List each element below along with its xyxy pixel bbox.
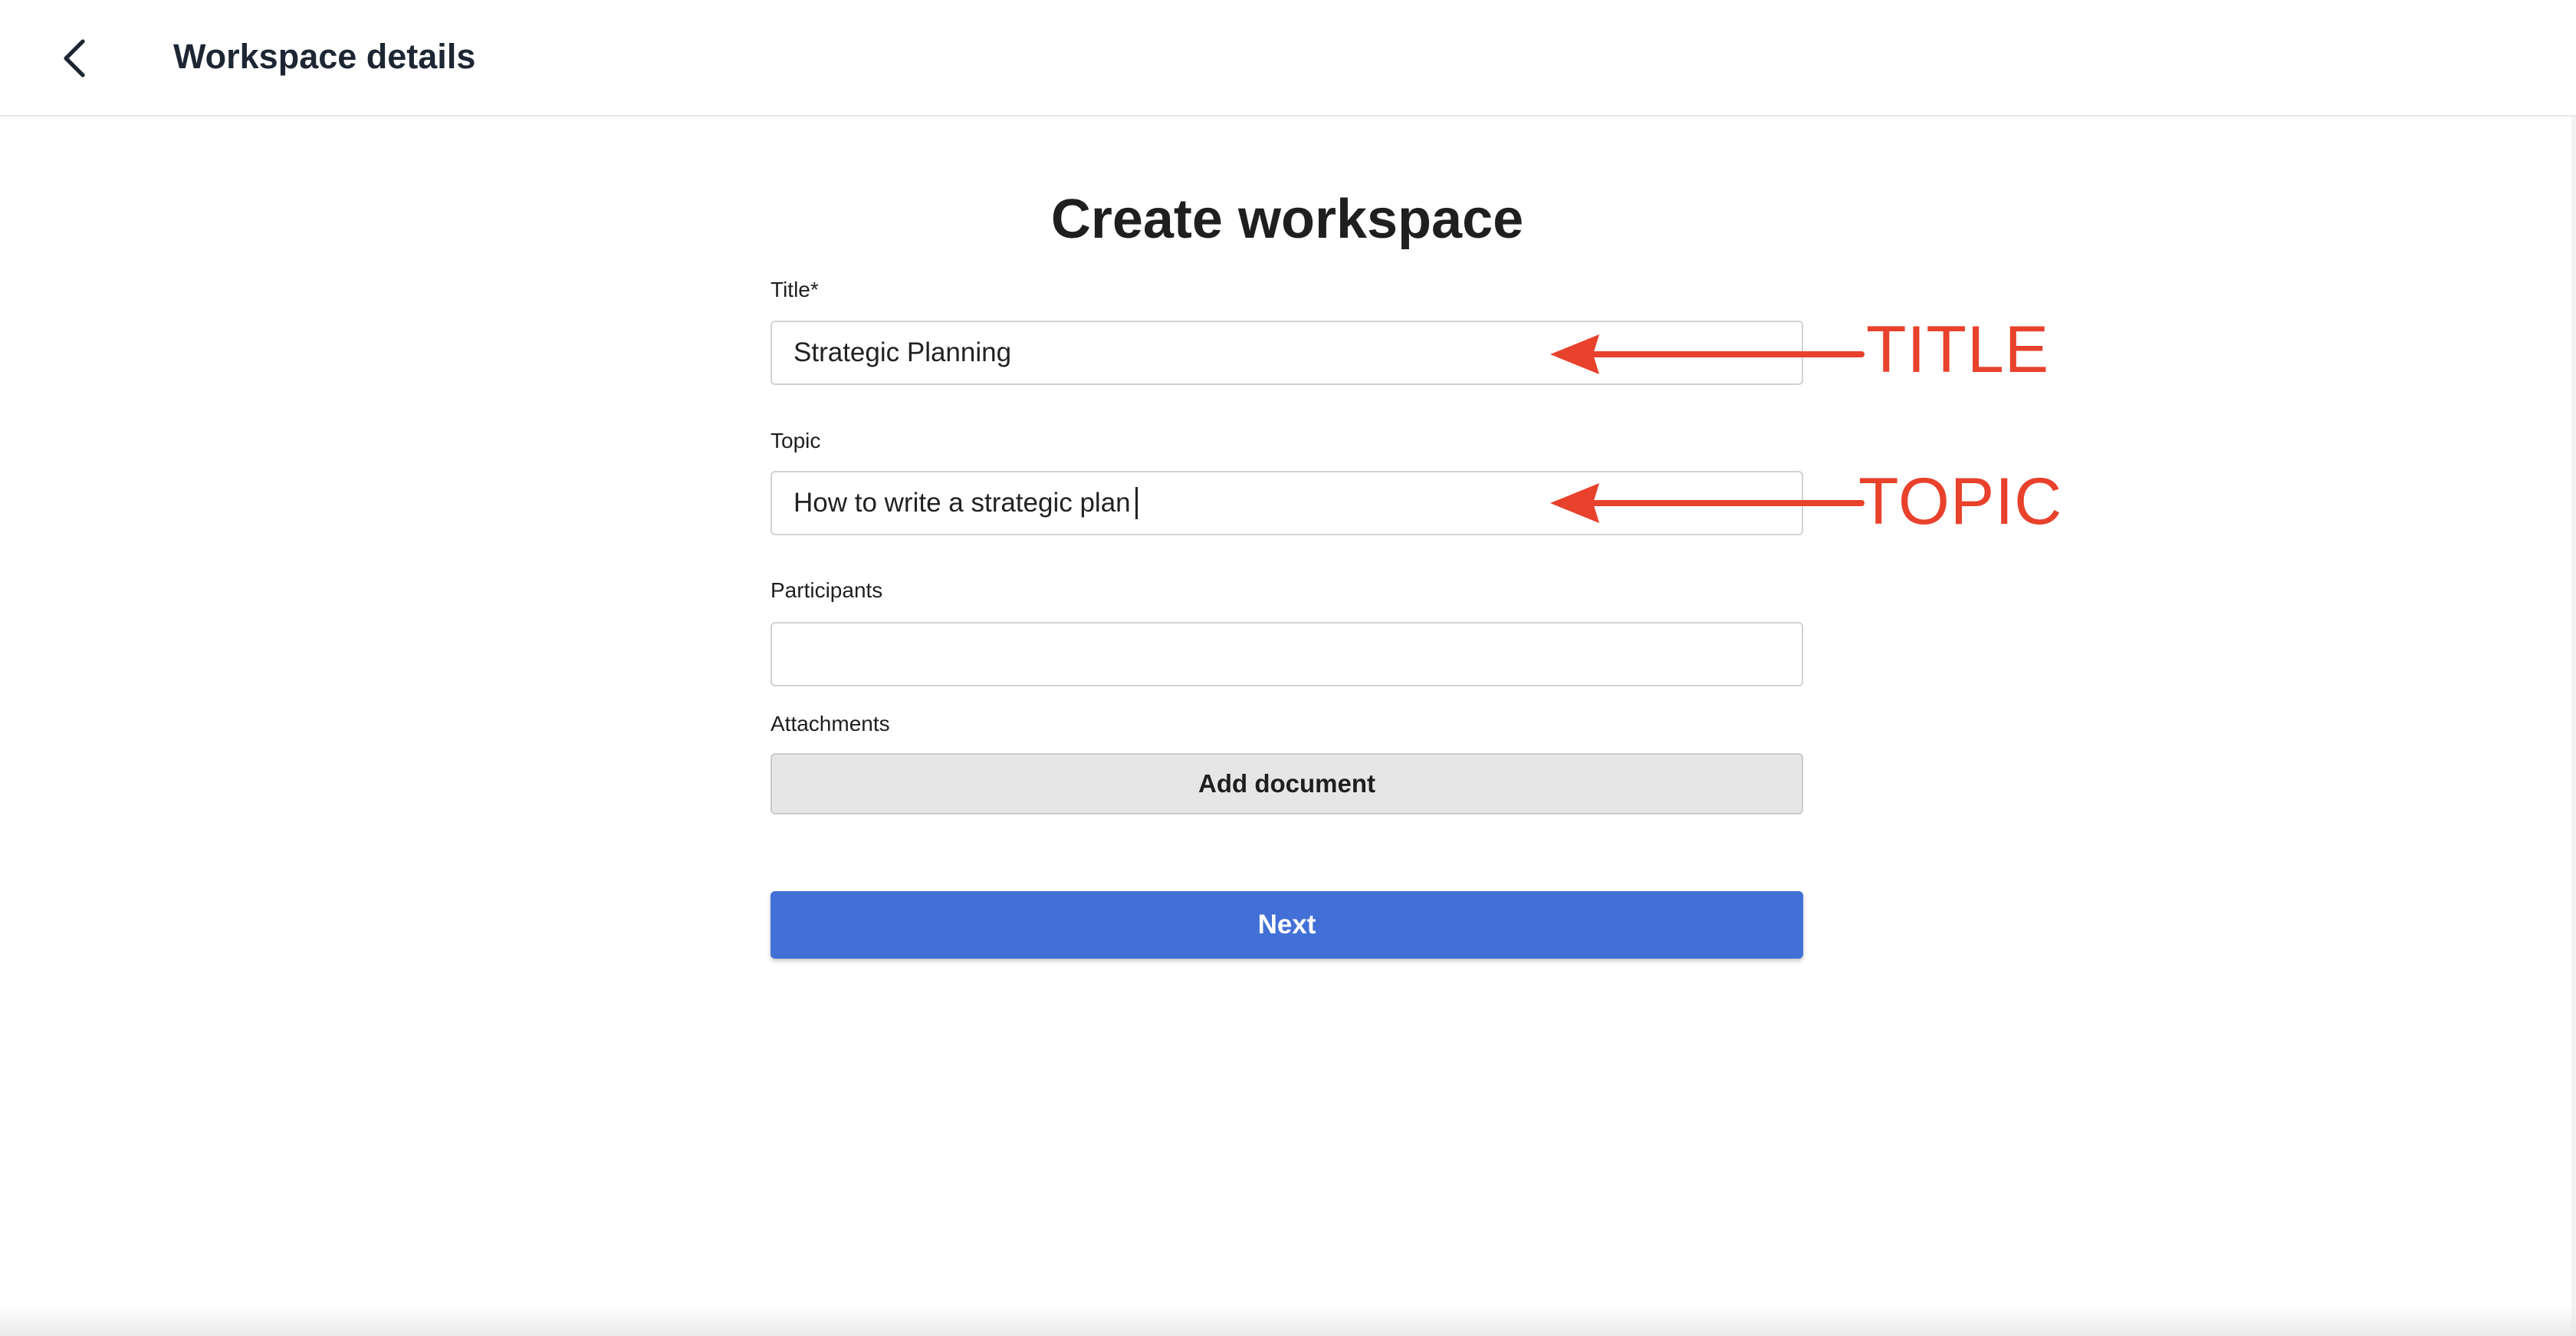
- chevron-left-icon: [64, 39, 85, 77]
- scrollbar-track[interactable]: [2571, 117, 2576, 1336]
- participants-input[interactable]: [770, 622, 1803, 686]
- participants-label: Participants: [770, 578, 883, 602]
- topic-annotation-arrow-icon: [1550, 483, 1865, 523]
- back-button[interactable]: [46, 29, 104, 87]
- attachments-label: Attachments: [770, 712, 890, 735]
- title-annotation-label: TITLE: [1866, 313, 2050, 387]
- page-title: Workspace details: [173, 37, 476, 76]
- text-caret: [1135, 487, 1138, 519]
- add-document-button[interactable]: Add document: [770, 753, 1803, 814]
- topic-annotation-label: TOPIC: [1858, 465, 2063, 538]
- title-label: Title*: [770, 278, 819, 301]
- title-annotation-arrow-icon: [1550, 334, 1865, 374]
- bottom-shadow: [0, 1305, 2576, 1336]
- page: Workspace details Create workspace Title…: [0, 0, 2576, 1336]
- next-button[interactable]: Next: [770, 891, 1803, 959]
- topic-label: Topic: [770, 429, 821, 452]
- form-heading: Create workspace: [1050, 189, 1524, 250]
- app-header: Workspace details: [0, 0, 2576, 117]
